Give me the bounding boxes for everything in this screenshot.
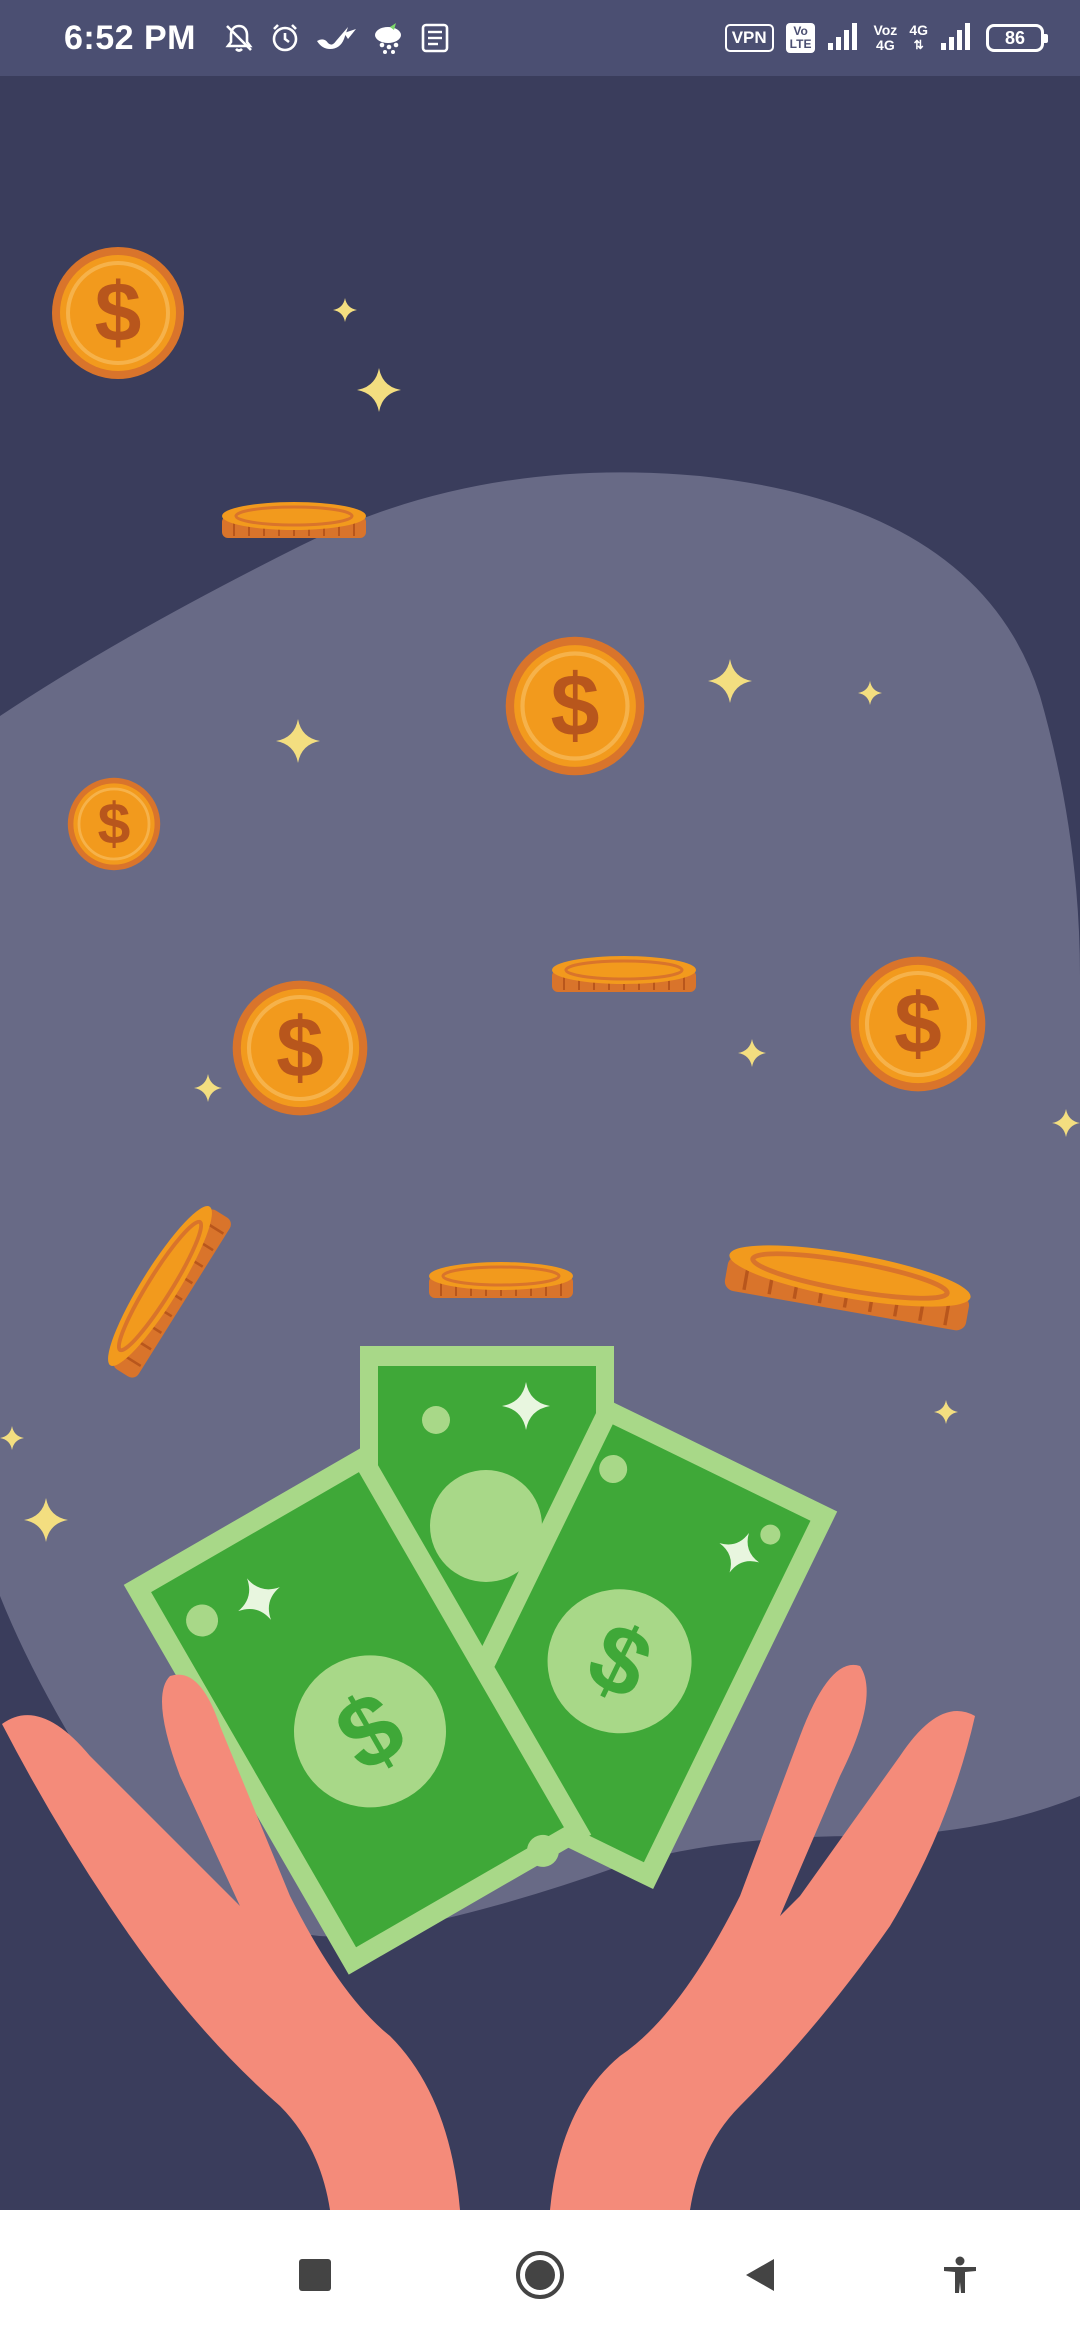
coin-flat-3	[427, 1260, 575, 1300]
home-icon	[516, 2251, 564, 2299]
weather-icon	[370, 18, 406, 58]
back-button[interactable]	[700, 2210, 820, 2340]
volte-label-bottom: LTE	[789, 37, 812, 51]
coin-4	[233, 981, 368, 1116]
status-time: 6:52 PM	[64, 18, 196, 57]
bird-icon	[314, 18, 358, 58]
recents-icon	[299, 2259, 331, 2291]
vpn-icon: VPN	[724, 24, 774, 52]
screen: 6:52 PM VPN Vo LTE Voz 4G 4G ⇅ 86 $ $	[0, 0, 1080, 2340]
battery-icon: 86	[986, 24, 1048, 52]
battery-level: 86	[1004, 27, 1026, 48]
signal-icon-secondary	[940, 21, 974, 56]
back-icon	[746, 2259, 774, 2291]
network-label-top: 4G	[909, 22, 928, 38]
coin-2	[506, 637, 645, 776]
notifications-muted-icon	[222, 18, 256, 58]
coin-5	[851, 957, 986, 1092]
recents-button[interactable]	[255, 2210, 375, 2340]
network-type-icon: 4G ⇅	[909, 23, 928, 53]
status-indicators: VPN Vo LTE Voz 4G 4G ⇅ 86	[724, 21, 1048, 56]
voz-4g-icon: Voz 4G	[873, 23, 897, 53]
status-bar: 6:52 PM VPN Vo LTE Voz 4G 4G ⇅ 86	[0, 0, 1080, 76]
navigation-bar	[0, 2210, 1080, 2340]
coin-1	[50, 245, 186, 381]
accessibility-button[interactable]	[900, 2210, 1020, 2340]
coin-flat-1	[220, 500, 368, 540]
voz-label-top: Voz	[873, 22, 898, 38]
coin-flat-2	[550, 954, 698, 994]
voz-label-bottom: 4G	[876, 37, 895, 53]
network-arrows-icon: ⇅	[913, 38, 924, 52]
accessibility-icon	[944, 2256, 976, 2293]
coins-and-cash-illustration: $ $	[0, 76, 1080, 2210]
volte-icon: Vo LTE	[785, 23, 816, 53]
signal-icon	[827, 21, 861, 56]
alarm-icon	[268, 18, 302, 58]
home-button[interactable]	[480, 2210, 600, 2340]
news-icon	[418, 18, 452, 58]
coin-3	[66, 776, 162, 872]
